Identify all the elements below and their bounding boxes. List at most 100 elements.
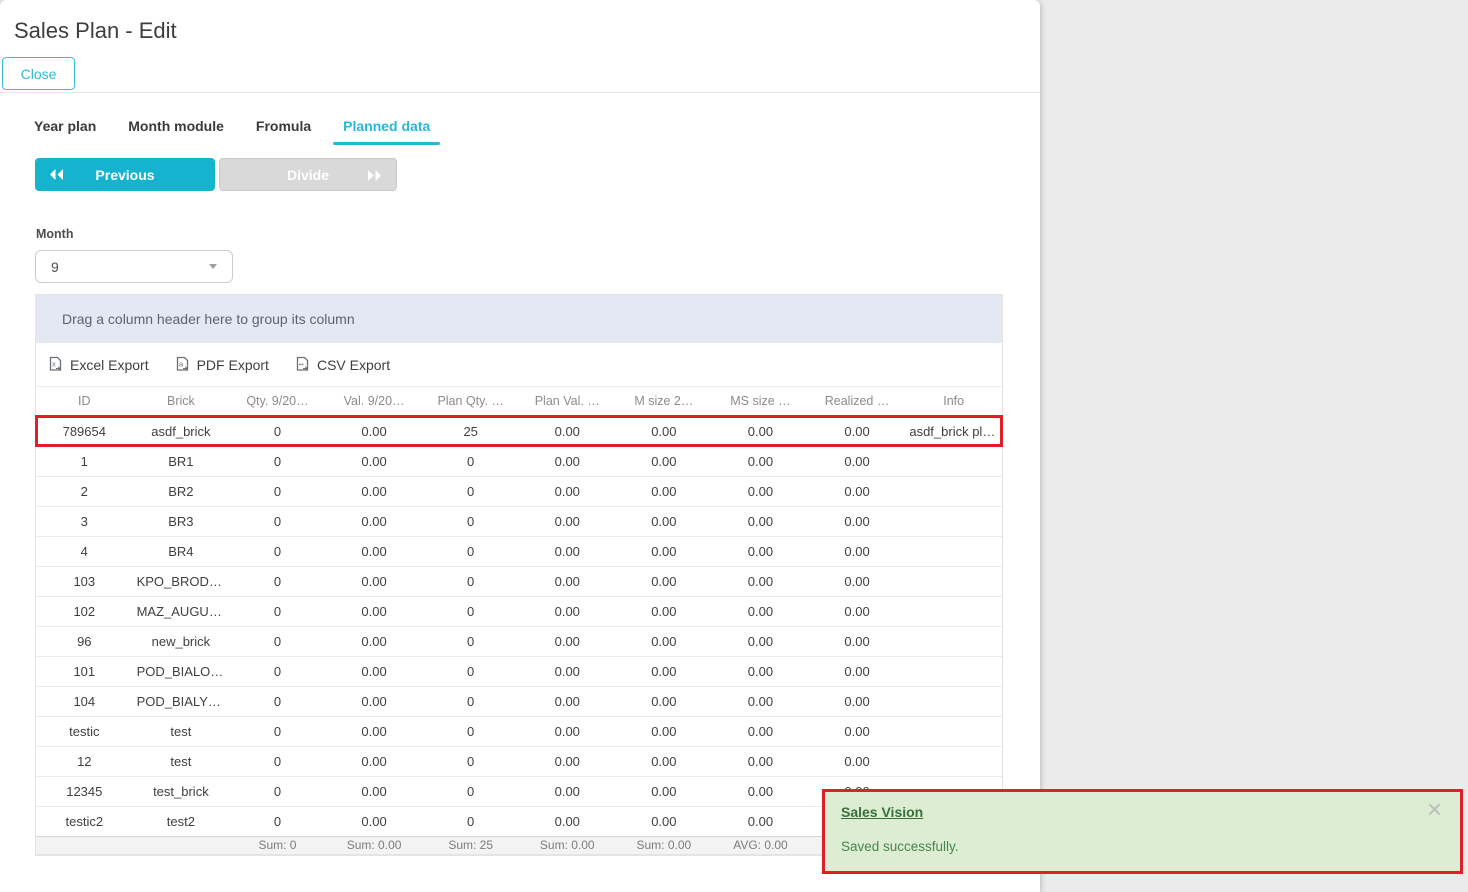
table-row[interactable]: 4BR400.0000.000.000.000.00 [36,536,1002,566]
column-header-m-size-2[interactable]: M size 2… [616,387,713,416]
table-cell: asdf_brick [133,416,230,446]
table-row[interactable]: 3BR300.0000.000.000.000.00 [36,506,1002,536]
footer-summary-cell: Sum: 0.00 [519,836,616,854]
table-cell: 0.00 [712,746,809,776]
svg-text:x: x [52,360,56,369]
table-cell: testic [36,716,133,746]
tab-planned-data[interactable]: Planned data [339,118,434,145]
table-cell: 0.00 [809,566,906,596]
table-cell: 0.00 [326,746,423,776]
table-cell: 0.00 [519,806,616,836]
column-header-qty-9-20[interactable]: Qty. 9/20… [229,387,326,416]
tab-month-module[interactable]: Month module [124,118,228,145]
table-cell: 0.00 [809,416,906,446]
table-cell: 0.00 [519,476,616,506]
table-cell: 0.00 [616,476,713,506]
table-row[interactable]: 101POD_BIALOST…00.0000.000.000.000.00 [36,656,1002,686]
table-cell: BR3 [133,506,230,536]
table-row[interactable]: 12test00.0000.000.000.000.00 [36,746,1002,776]
table-row[interactable]: 103KPO_BRODNI…00.0000.000.000.000.00 [36,566,1002,596]
table-cell: 0.00 [712,776,809,806]
table-cell: 104 [36,686,133,716]
table-cell: 0.00 [519,506,616,536]
table-row-highlighted[interactable]: 789654asdf_brick00.00250.000.000.000.00a… [36,416,1002,446]
previous-button[interactable]: Previous [35,158,215,191]
column-header-val-9-20[interactable]: Val. 9/20… [326,387,423,416]
table-cell: 0.00 [519,776,616,806]
table-row[interactable]: testictest00.0000.000.000.000.00 [36,716,1002,746]
table-row[interactable]: 2BR200.0000.000.000.000.00 [36,476,1002,506]
tab-year-plan[interactable]: Year plan [30,118,100,145]
table-cell: 0.00 [809,626,906,656]
footer-summary-cell: Sum: 0.00 [326,836,423,854]
table-cell: 0.00 [809,476,906,506]
table-cell: 0.00 [326,776,423,806]
divide-button-label: Divide [287,167,329,183]
close-button[interactable]: Close [2,57,75,90]
table-cell: 0.00 [809,446,906,476]
data-grid: Drag a column header here to group its c… [35,294,1003,856]
column-header-realized[interactable]: Realized … [809,387,906,416]
divide-button[interactable]: Divide [219,158,397,191]
notification-title[interactable]: Sales Vision [841,804,923,820]
column-header-plan-qty[interactable]: Plan Qty. … [422,387,519,416]
table-row[interactable]: 102MAZ_AUGUS…00.0000.000.000.000.00 [36,596,1002,626]
month-select[interactable]: 9 [35,250,233,283]
table-cell: test [133,716,230,746]
table-cell: 0 [229,566,326,596]
csv-export-button[interactable]: CSV Export [295,356,390,373]
table-cell: 0 [422,716,519,746]
table-cell [905,686,1002,716]
pdf-export-button[interactable]: aPDF Export [175,356,269,373]
table-cell: 0.00 [809,536,906,566]
tab-fromula[interactable]: Fromula [252,118,315,145]
table-cell: 0.00 [616,596,713,626]
table-cell [905,536,1002,566]
column-header-brick[interactable]: Brick [133,387,230,416]
close-icon[interactable]: × [1427,796,1442,822]
table-cell: 0 [422,536,519,566]
panel-header: Sales Plan - Edit Close [0,0,1040,93]
table-cell: 96 [36,626,133,656]
table-cell: 101 [36,656,133,686]
table-cell: 0 [422,806,519,836]
planned-data-table: IDBrickQty. 9/20…Val. 9/20…Plan Qty. …Pl… [36,387,1002,855]
table-cell: 0.00 [616,536,713,566]
column-header-id[interactable]: ID [36,387,133,416]
column-header-plan-val[interactable]: Plan Val. … [519,387,616,416]
table-cell: 3 [36,506,133,536]
table-cell: 0.00 [712,626,809,656]
actions-row: Previous Divide [35,158,1040,191]
table-cell: 0 [422,776,519,806]
table-row[interactable]: 96new_brick00.0000.000.000.000.00 [36,626,1002,656]
table-cell: 0.00 [616,656,713,686]
table-cell: 0.00 [326,626,423,656]
table-row[interactable]: 1BR100.0000.000.000.000.00 [36,446,1002,476]
table-cell [905,566,1002,596]
table-cell: testic2 [36,806,133,836]
previous-button-label: Previous [95,167,154,183]
table-cell: 0.00 [519,566,616,596]
save-notification: Sales Vision Saved successfully. × [822,789,1463,874]
table-cell: 0.00 [809,716,906,746]
footer-summary-cell: Sum: 0.00 [616,836,713,854]
table-row[interactable]: 104POD_BIALY_A…00.0000.000.000.000.00 [36,686,1002,716]
table-cell: 0 [229,596,326,626]
column-header-ms-size[interactable]: MS size … [712,387,809,416]
table-cell: 0.00 [616,566,713,596]
column-header-info[interactable]: Info [905,387,1002,416]
notification-message: Saved successfully. [841,839,1444,854]
table-cell: 0 [229,686,326,716]
table-cell: 0.00 [326,716,423,746]
table-cell: 0 [229,656,326,686]
table-cell: 4 [36,536,133,566]
export-button-label: Excel Export [70,357,149,373]
excel-export-button[interactable]: x Excel Export [48,356,149,373]
table-cell: 0.00 [712,566,809,596]
table-cell: 0.00 [616,746,713,776]
csv-export-icon [295,356,310,373]
table-cell: 0.00 [519,656,616,686]
table-cell: 1 [36,446,133,476]
table-cell: 0.00 [616,716,713,746]
table-cell: BR1 [133,446,230,476]
